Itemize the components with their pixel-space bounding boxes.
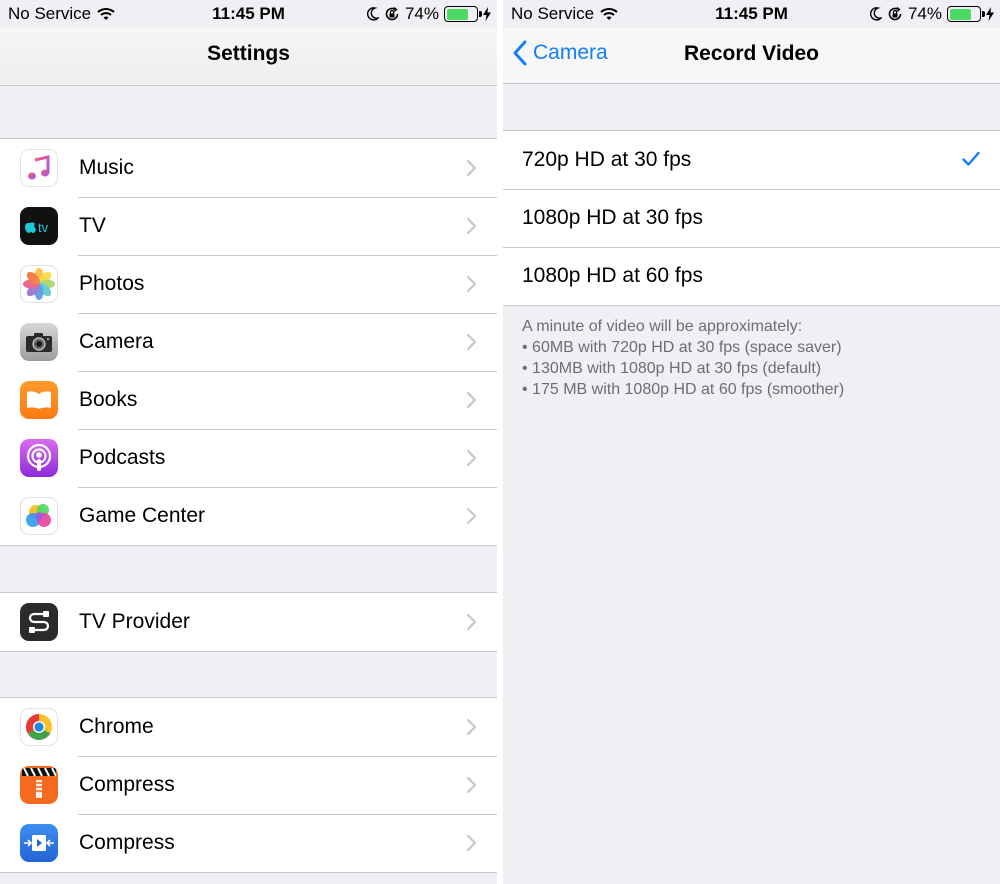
battery-percent: 74% — [907, 4, 942, 23]
battery-percent: 74% — [404, 4, 439, 23]
compress-zip-icon — [20, 766, 58, 804]
settings-row-camera[interactable]: Camera — [0, 313, 497, 371]
battery-fill — [949, 8, 971, 20]
settings-row-photos[interactable]: Photos — [0, 255, 497, 313]
option-label: 1080p HD at 30 fps — [522, 206, 703, 229]
orientation-lock-icon — [385, 6, 399, 21]
nav-bar: Camera Record Video — [503, 28, 1000, 84]
tv-icon: tv — [20, 207, 58, 245]
footnote-line: • 175 MB with 1080p HD at 60 fps (smooth… — [522, 381, 845, 398]
compress-video-icon — [20, 824, 58, 862]
settings-row-chrome[interactable]: Chrome — [0, 698, 497, 756]
footnote-line: • 130MB with 1080p HD at 30 fps (default… — [522, 360, 822, 377]
settings-group-third-party: Chrome Compress Compress — [0, 697, 497, 873]
option-label: 720p HD at 30 fps — [522, 148, 692, 171]
chevron-right-icon — [466, 159, 477, 177]
chevron-right-icon — [466, 718, 477, 736]
music-icon — [20, 149, 58, 187]
settings-row-game-center[interactable]: Game Center — [0, 487, 497, 545]
battery-fill — [446, 8, 468, 20]
settings-row-podcasts[interactable]: Podcasts — [0, 429, 497, 487]
chevron-right-icon — [466, 275, 477, 293]
books-icon — [20, 381, 58, 419]
row-label: Compress — [79, 773, 175, 796]
tv-provider-icon — [20, 603, 58, 641]
charging-bolt-icon — [986, 7, 994, 21]
chevron-right-icon — [466, 834, 477, 852]
settings-row-books[interactable]: Books — [0, 371, 497, 429]
settings-row-tv-provider[interactable]: TV Provider — [0, 593, 497, 651]
moon-icon — [366, 7, 379, 21]
status-bar: No Service 11:45 PM 74% — [0, 0, 497, 28]
nav-bar: Settings — [0, 28, 497, 86]
camera-icon — [20, 323, 58, 361]
record-video-screen: No Service 11:45 PM 74% Camera Record Vi… — [503, 0, 1000, 884]
chrome-icon — [20, 708, 58, 746]
row-label: Music — [79, 156, 134, 179]
game-center-icon — [20, 497, 58, 535]
row-label: Chrome — [79, 715, 154, 738]
row-label: Compress — [79, 831, 175, 854]
settings-screen: No Service 11:45 PM 74% Settings Music t… — [0, 0, 497, 884]
page-title: Record Video — [684, 42, 819, 65]
row-label: Podcasts — [79, 446, 166, 469]
orientation-lock-icon — [888, 6, 902, 21]
chevron-right-icon — [466, 507, 477, 525]
moon-icon — [869, 7, 882, 21]
svg-text:tv: tv — [38, 220, 49, 235]
option-label: 1080p HD at 60 fps — [522, 264, 703, 287]
settings-row-tv[interactable]: tv TV — [0, 197, 497, 255]
chevron-right-icon — [466, 333, 477, 351]
video-format-options: 720p HD at 30 fps 1080p HD at 30 fps 1080p… — [503, 130, 1000, 306]
charging-bolt-icon — [483, 7, 491, 21]
checkmark-icon — [962, 151, 980, 166]
row-label: TV — [79, 214, 106, 237]
footnote-line: A minute of video will be approximately: — [522, 318, 803, 335]
battery-icon — [444, 6, 482, 22]
battery-icon — [947, 6, 985, 22]
chevron-right-icon — [466, 613, 477, 631]
row-label: Game Center — [79, 504, 206, 527]
chevron-right-icon — [466, 449, 477, 467]
page-title: Settings — [207, 42, 290, 65]
chevron-right-icon — [466, 391, 477, 409]
chevron-right-icon — [466, 217, 477, 235]
video-format-option[interactable]: 1080p HD at 60 fps — [503, 247, 1000, 305]
photos-icon — [20, 265, 58, 303]
settings-row-compress[interactable]: Compress — [0, 814, 497, 872]
video-format-option[interactable]: 720p HD at 30 fps — [503, 131, 1000, 189]
settings-row-music[interactable]: Music — [0, 139, 497, 197]
video-format-option[interactable]: 1080p HD at 30 fps — [503, 189, 1000, 247]
chevron-right-icon — [466, 776, 477, 794]
row-label: TV Provider — [79, 610, 190, 633]
settings-group-provider: TV Provider — [0, 592, 497, 652]
status-bar: No Service 11:45 PM 74% — [503, 0, 1000, 28]
row-label: Photos — [79, 272, 145, 295]
footnote-line: • 60MB with 720p HD at 30 fps (space sav… — [522, 339, 842, 356]
row-label: Camera — [79, 330, 154, 353]
row-label: Books — [79, 388, 138, 411]
podcasts-icon — [20, 439, 58, 477]
settings-row-compress[interactable]: Compress — [0, 756, 497, 814]
storage-footnote: A minute of video will be approximately:… — [522, 316, 844, 400]
settings-group-apple: Music tv TV Photos Camera Books Podcasts Game C… — [0, 138, 497, 546]
